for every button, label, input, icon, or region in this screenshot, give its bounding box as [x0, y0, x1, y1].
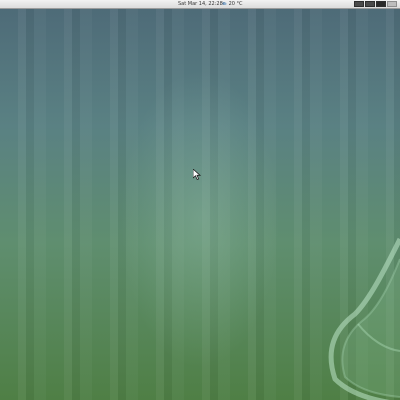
- desktop[interactable]: [0, 9, 400, 400]
- top-panel: Sat Mar 14, 22:28 20 °C: [0, 0, 400, 9]
- mouse-pointer-icon: [193, 169, 201, 180]
- workspace-2[interactable]: [365, 1, 375, 7]
- workspace-switcher[interactable]: [354, 1, 397, 8]
- wallpaper-glow: [120, 69, 280, 369]
- weather-cloud-icon: [222, 2, 227, 5]
- workspace-3[interactable]: [376, 1, 386, 7]
- wallpaper-leaf-graphic: [328, 237, 400, 400]
- workspace-4[interactable]: [387, 1, 397, 7]
- weather-temperature: 20 °C: [228, 1, 243, 7]
- workspace-1[interactable]: [354, 1, 364, 7]
- weather-indicator[interactable]: 20 °C: [222, 0, 243, 9]
- clock[interactable]: Sat Mar 14, 22:28: [178, 0, 223, 9]
